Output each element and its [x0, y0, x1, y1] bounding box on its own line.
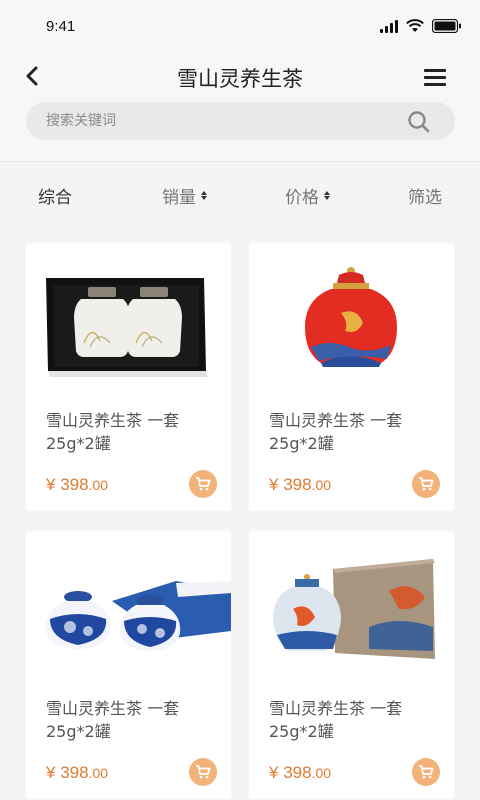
cart-icon	[196, 765, 211, 779]
search-input[interactable]	[26, 102, 366, 140]
search-bar	[26, 102, 455, 140]
sort-label: 筛选	[408, 188, 442, 208]
price-integer: 398	[283, 763, 312, 782]
top-area: 9:41 雪山灵养生茶	[0, 0, 480, 162]
product-name: 雪山灵养生茶 一套25g*2罐	[46, 699, 180, 741]
price-integer: 398	[283, 475, 312, 494]
product-card[interactable]: 雪山灵养生茶 一套25g*2罐 ¥ 398.00	[26, 531, 231, 799]
price-integer: 398	[60, 763, 89, 782]
sort-label: 销量	[162, 188, 196, 208]
sort-arrows-icon	[324, 191, 330, 200]
product-name: 雪山灵养生茶 一套25g*2罐	[269, 699, 403, 741]
add-to-cart-button[interactable]	[412, 758, 440, 786]
product-name: 雪山灵养生茶 一套25g*2罐	[269, 411, 403, 453]
price-decimal: .00	[88, 765, 109, 781]
product-price: ¥ 398.00	[46, 475, 108, 495]
product-price: ¥ 398.00	[46, 763, 108, 783]
menu-button[interactable]	[424, 69, 446, 87]
sort-label: 综合	[38, 188, 72, 208]
price-decimal: .00	[88, 477, 109, 493]
wifi-icon	[406, 19, 424, 32]
search-icon[interactable]	[407, 110, 431, 134]
product-image-white-jars-gift-box	[46, 278, 208, 377]
menu-icon-bar	[424, 76, 446, 79]
sort-label: 价格	[285, 188, 319, 208]
product-price: ¥ 398.00	[269, 763, 331, 783]
add-to-cart-button[interactable]	[189, 470, 217, 498]
add-to-cart-button[interactable]	[189, 758, 217, 786]
product-price: ¥ 398.00	[269, 475, 331, 495]
cart-icon	[419, 765, 434, 779]
sort-bar: 综合 销量 价格 筛选	[0, 163, 480, 223]
price-integer: 398	[60, 475, 89, 494]
price-decimal: .00	[311, 477, 332, 493]
price-symbol: ¥	[46, 475, 56, 494]
menu-icon-bar	[424, 69, 446, 72]
status-time: 9:41	[46, 18, 76, 35]
page-title: 雪山灵养生茶	[177, 67, 303, 91]
status-bar: 9:41	[0, 0, 480, 50]
status-icons	[380, 19, 462, 33]
sort-price[interactable]: 价格	[285, 183, 330, 208]
product-name: 雪山灵养生茶 一套25g*2罐	[46, 411, 180, 453]
product-image-red-koi-jar	[305, 267, 397, 367]
cart-icon	[196, 477, 211, 491]
nav-bar: 雪山灵养生茶	[0, 56, 480, 100]
battery-icon	[432, 19, 461, 33]
product-card[interactable]: 雪山灵养生茶 一套25g*2罐 ¥ 398.00	[249, 243, 454, 511]
price-symbol: ¥	[269, 475, 279, 494]
menu-icon-bar	[424, 83, 446, 86]
sort-arrows-icon	[201, 191, 207, 200]
product-image-blue-white-porcelain-jars	[45, 581, 231, 651]
price-symbol: ¥	[269, 763, 279, 782]
sort-sales[interactable]: 销量	[162, 183, 207, 208]
filter-button[interactable]: 筛选	[408, 183, 442, 208]
cart-icon	[419, 477, 434, 491]
sort-comprehensive[interactable]: 综合	[38, 183, 72, 208]
product-image-koi-jar-gift-box	[273, 559, 435, 659]
cellular-signal-icon	[380, 19, 398, 33]
product-card[interactable]: 雪山灵养生茶 一套25g*2罐 ¥ 398.00	[249, 531, 454, 799]
price-decimal: .00	[311, 765, 332, 781]
product-card[interactable]: 雪山灵养生茶 一套25g*2罐 ¥ 398.00	[26, 243, 231, 511]
price-symbol: ¥	[46, 763, 56, 782]
add-to-cart-button[interactable]	[412, 470, 440, 498]
